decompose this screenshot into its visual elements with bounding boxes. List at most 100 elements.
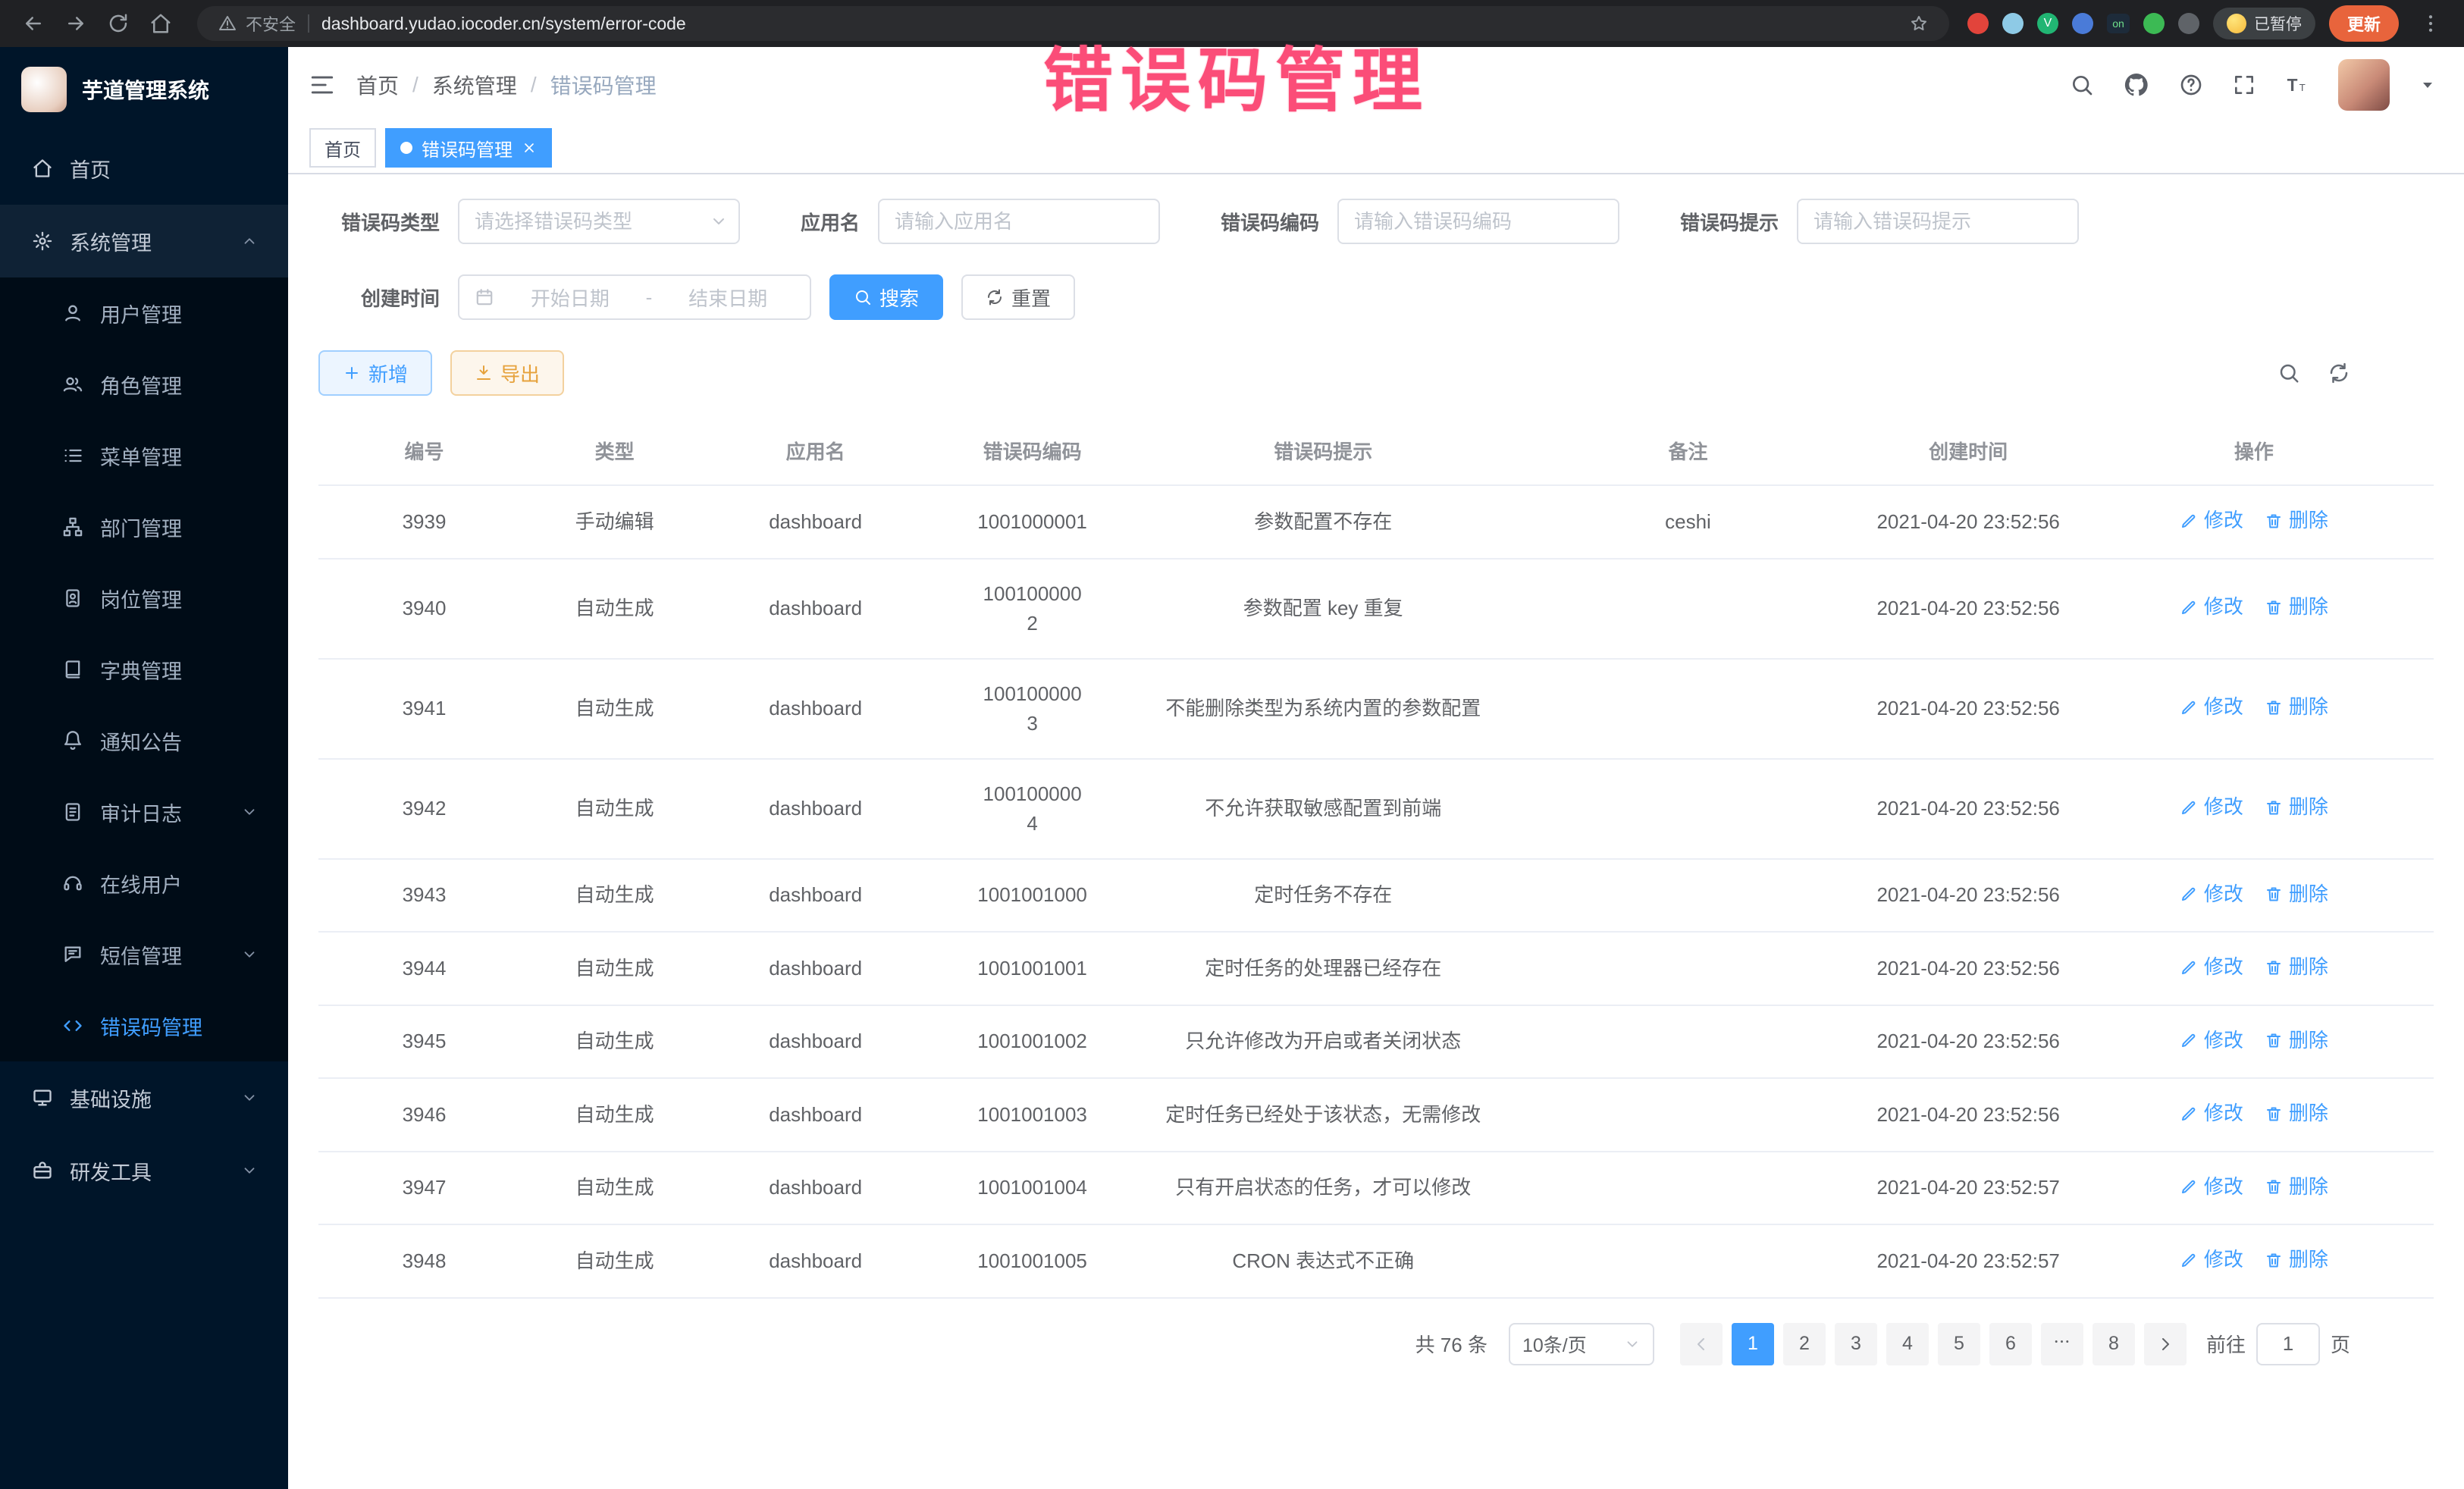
delete-link[interactable]: 删除 <box>2265 1172 2328 1202</box>
security-indicator[interactable]: 不安全 <box>215 5 296 42</box>
extension-icon-2[interactable] <box>2002 13 2024 34</box>
sidebar-item-11[interactable]: 短信管理 <box>0 919 288 990</box>
prev-page-button[interactable] <box>1680 1323 1723 1365</box>
error-hint-input[interactable] <box>1797 199 2079 244</box>
page-button-3[interactable]: 3 <box>1835 1323 1877 1365</box>
sidebar-item-4[interactable]: 菜单管理 <box>0 420 288 491</box>
page-button-5[interactable]: 5 <box>1938 1323 1980 1365</box>
more-pages-button[interactable] <box>2041 1323 2083 1365</box>
reset-button[interactable]: 重置 <box>961 274 1075 320</box>
sidebar-item-6[interactable]: 岗位管理 <box>0 563 288 634</box>
edit-link[interactable]: 修改 <box>2180 592 2243 622</box>
online-users-icon <box>61 873 85 894</box>
edit-link[interactable]: 修改 <box>2180 879 2243 909</box>
error-type-select-input[interactable] <box>458 199 740 244</box>
delete-link[interactable]: 删除 <box>2265 1026 2328 1055</box>
browser-forward-icon[interactable] <box>58 5 94 42</box>
page-button-1[interactable]: 1 <box>1732 1323 1774 1365</box>
cell-id: 3939 <box>318 485 530 559</box>
delete-link[interactable]: 删除 <box>2265 1099 2328 1128</box>
update-button[interactable]: 更新 <box>2329 5 2399 42</box>
infrastructure-icon <box>30 1087 55 1108</box>
sidebar-item-2[interactable]: 用户管理 <box>0 277 288 349</box>
sidebar-item-7[interactable]: 字典管理 <box>0 634 288 705</box>
table-row: 3943自动生成dashboard1001001000定时任务不存在2021-0… <box>318 859 2434 933</box>
refresh-table-icon[interactable] <box>2328 362 2350 384</box>
page-size-select[interactable]: 10条/页 <box>1509 1323 1654 1365</box>
bookmark-star-icon[interactable] <box>1907 5 1931 42</box>
date-range-picker[interactable]: 开始日期 - 结束日期 <box>458 274 811 320</box>
browser-back-icon[interactable] <box>15 5 52 42</box>
extension-icon-5[interactable]: on <box>2107 14 2130 33</box>
edit-link[interactable]: 修改 <box>2180 952 2243 982</box>
extension-icon-4[interactable] <box>2072 13 2093 34</box>
edit-link[interactable]: 修改 <box>2180 692 2243 722</box>
browser-reload-icon[interactable] <box>100 5 136 42</box>
delete-link[interactable]: 删除 <box>2265 592 2328 622</box>
breadcrumb-system[interactable]: 系统管理 <box>432 70 517 100</box>
avatar-caret-down-icon[interactable] <box>2419 76 2437 94</box>
sidebar-item-13[interactable]: 基础设施 <box>0 1061 288 1134</box>
edit-link[interactable]: 修改 <box>2180 1099 2243 1128</box>
next-page-button[interactable] <box>2144 1323 2187 1365</box>
search-button[interactable]: 搜索 <box>829 274 943 320</box>
fullscreen-icon[interactable] <box>2232 73 2256 97</box>
extension-icon-3[interactable]: V <box>2037 13 2058 34</box>
edit-link[interactable]: 修改 <box>2180 1026 2243 1055</box>
goto-page-input[interactable] <box>2256 1323 2320 1365</box>
active-tab-dot <box>400 142 412 154</box>
sidebar-item-3[interactable]: 角色管理 <box>0 349 288 420</box>
delete-link[interactable]: 删除 <box>2265 692 2328 722</box>
page-button-4[interactable]: 4 <box>1886 1323 1929 1365</box>
filter-error-hint: 错误码提示 <box>1680 199 2079 244</box>
breadcrumb-home[interactable]: 首页 <box>356 70 399 100</box>
delete-link[interactable]: 删除 <box>2265 879 2328 909</box>
error-code-input[interactable] <box>1337 199 1619 244</box>
add-button[interactable]: 新增 <box>318 350 432 396</box>
search-icon[interactable] <box>2070 73 2094 97</box>
edit-link[interactable]: 修改 <box>2180 506 2243 535</box>
extension-icon-6[interactable] <box>2143 13 2165 34</box>
cell-app: dashboard <box>699 1005 932 1079</box>
user-avatar[interactable] <box>2338 59 2390 111</box>
edit-link[interactable]: 修改 <box>2180 1245 2243 1274</box>
sidebar-item-0[interactable]: 首页 <box>0 132 288 205</box>
page-button-6[interactable]: 6 <box>1989 1323 2032 1365</box>
sidebar-item-10[interactable]: 在线用户 <box>0 848 288 919</box>
paused-badge[interactable]: 已暂停 <box>2213 8 2315 39</box>
cell-id: 3948 <box>318 1224 530 1298</box>
tab-home[interactable]: 首页 <box>309 128 376 168</box>
app-name-input[interactable] <box>878 199 1160 244</box>
edit-link[interactable]: 修改 <box>2180 792 2243 822</box>
collapse-sidebar-icon[interactable] <box>309 72 335 98</box>
close-tab-icon[interactable] <box>522 140 537 155</box>
delete-link[interactable]: 删除 <box>2265 952 2328 982</box>
sidebar-item-14[interactable]: 研发工具 <box>0 1134 288 1207</box>
browser-home-icon[interactable] <box>143 5 179 42</box>
error-type-select[interactable] <box>458 199 740 244</box>
address-bar[interactable]: 不安全 dashboard.yudao.iocoder.cn/system/er… <box>197 6 1949 41</box>
github-icon[interactable] <box>2123 71 2150 99</box>
delete-link[interactable]: 删除 <box>2265 1245 2328 1274</box>
help-icon[interactable] <box>2179 73 2203 97</box>
delete-link[interactable]: 删除 <box>2265 792 2328 822</box>
app-logo[interactable]: 芋道管理系统 <box>0 47 288 132</box>
toggle-search-icon[interactable] <box>2277 362 2300 384</box>
export-button[interactable]: 导出 <box>450 350 564 396</box>
delete-link[interactable]: 删除 <box>2265 506 2328 535</box>
sidebar-item-1[interactable]: 系统管理 <box>0 205 288 277</box>
sidebar-item-9[interactable]: 审计日志 <box>0 776 288 848</box>
browser-menu-icon[interactable] <box>2412 5 2449 42</box>
font-size-icon[interactable]: TT <box>2285 73 2309 97</box>
sidebar-item-12[interactable]: 错误码管理 <box>0 990 288 1061</box>
breadcrumb-current: 错误码管理 <box>550 70 657 100</box>
extension-puzzle-icon[interactable] <box>2178 13 2199 34</box>
page-button-2[interactable]: 2 <box>1783 1323 1826 1365</box>
tab-error-code[interactable]: 错误码管理 <box>385 128 552 168</box>
delete-icon <box>2265 512 2283 530</box>
page-button-8[interactable]: 8 <box>2093 1323 2135 1365</box>
sidebar-item-8[interactable]: 通知公告 <box>0 705 288 776</box>
extension-icon-1[interactable] <box>1967 13 1989 34</box>
edit-link[interactable]: 修改 <box>2180 1172 2243 1202</box>
sidebar-item-5[interactable]: 部门管理 <box>0 491 288 563</box>
